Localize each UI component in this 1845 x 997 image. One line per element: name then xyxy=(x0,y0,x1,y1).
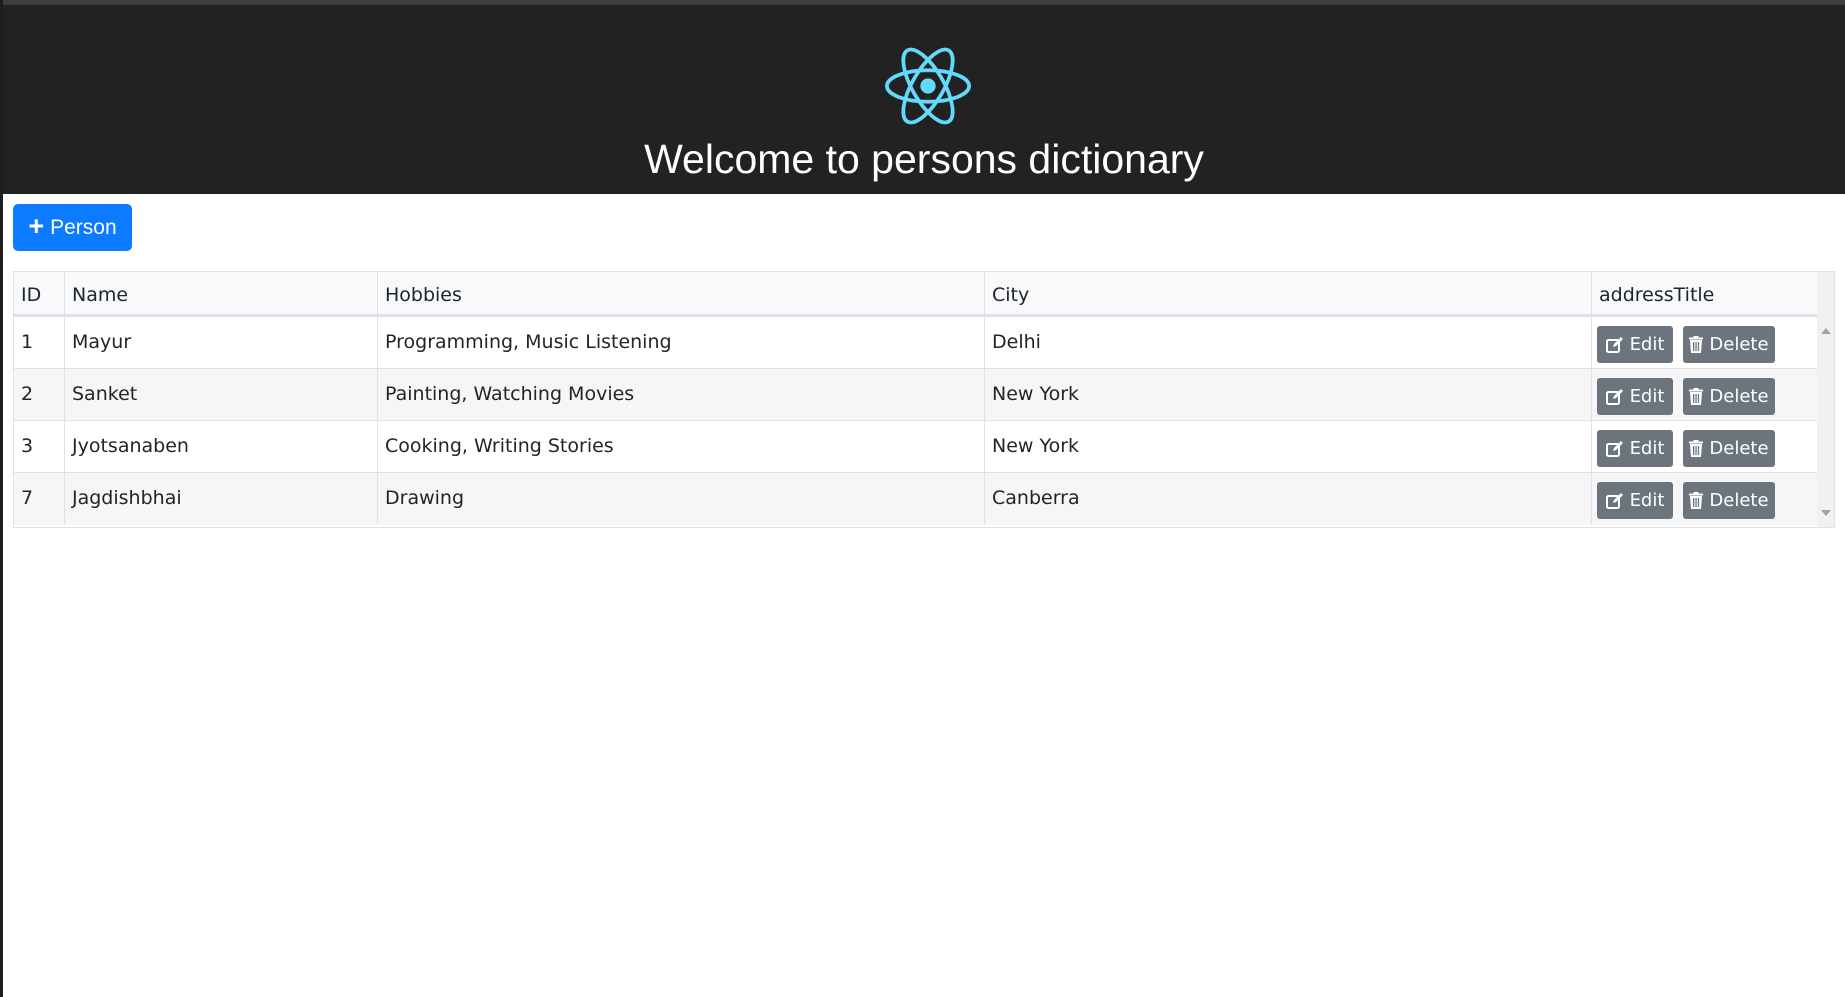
cell-hobbies: Drawing xyxy=(378,473,985,525)
delete-button[interactable]: Delete xyxy=(1683,482,1775,519)
cell-name: Mayur xyxy=(65,317,378,368)
page-header: Welcome to persons dictionary xyxy=(3,5,1845,194)
edit-button[interactable]: Edit xyxy=(1597,482,1673,519)
column-header-name[interactable]: Name xyxy=(65,272,378,314)
cell-city: New York xyxy=(985,421,1592,472)
table-scrollbar[interactable] xyxy=(1817,272,1834,527)
delete-label: Delete xyxy=(1709,490,1769,511)
scroll-down-arrow-icon[interactable] xyxy=(1821,510,1831,516)
edit-label: Edit xyxy=(1629,490,1665,511)
column-header-address-title[interactable]: addressTitle xyxy=(1592,272,1817,314)
delete-button[interactable]: Delete xyxy=(1683,326,1775,363)
cell-city: Delhi xyxy=(985,317,1592,368)
scroll-up-arrow-icon[interactable] xyxy=(1821,328,1831,334)
delete-label: Delete xyxy=(1709,334,1769,355)
cell-id: 7 xyxy=(14,473,65,525)
table-row: 2 Sanket Painting, Watching Movies New Y… xyxy=(14,369,1817,421)
trash-icon xyxy=(1689,492,1704,509)
column-header-id[interactable]: ID xyxy=(14,272,65,314)
edit-label: Edit xyxy=(1629,438,1665,459)
edit-button[interactable]: Edit xyxy=(1597,430,1673,467)
trash-icon xyxy=(1689,388,1704,405)
edit-icon xyxy=(1605,336,1623,353)
cell-name: Sanket xyxy=(65,369,378,420)
page-title: Welcome to persons dictionary xyxy=(644,136,1204,182)
edit-icon xyxy=(1605,492,1623,509)
edit-button[interactable]: Edit xyxy=(1597,378,1673,415)
edit-label: Edit xyxy=(1629,334,1665,355)
persons-table: ID Name Hobbies City addressTitle 1 Mayu… xyxy=(13,271,1835,528)
cell-city: New York xyxy=(985,369,1592,420)
table-row: 7 Jagdishbhai Drawing Canberra Edit Dele… xyxy=(14,473,1817,525)
delete-button[interactable]: Delete xyxy=(1683,378,1775,415)
edit-icon xyxy=(1605,388,1623,405)
add-person-button[interactable]: + Person xyxy=(13,204,132,251)
table-row: 1 Mayur Programming, Music Listening Del… xyxy=(14,317,1817,369)
table-row: 3 Jyotsanaben Cooking, Writing Stories N… xyxy=(14,421,1817,473)
cell-id: 3 xyxy=(14,421,65,472)
trash-icon xyxy=(1689,440,1704,457)
cell-id: 2 xyxy=(14,369,65,420)
trash-icon xyxy=(1689,336,1704,353)
cell-hobbies: Programming, Music Listening xyxy=(378,317,985,368)
cell-id: 1 xyxy=(14,317,65,368)
delete-label: Delete xyxy=(1709,438,1769,459)
plus-icon: + xyxy=(28,211,45,241)
edit-icon xyxy=(1605,440,1623,457)
cell-city: Canberra xyxy=(985,473,1592,525)
edit-button[interactable]: Edit xyxy=(1597,326,1673,363)
delete-button[interactable]: Delete xyxy=(1683,430,1775,467)
edit-label: Edit xyxy=(1629,386,1665,407)
add-person-label: Person xyxy=(50,215,117,239)
table-header-row: ID Name Hobbies City addressTitle xyxy=(14,272,1817,317)
cell-hobbies: Painting, Watching Movies xyxy=(378,369,985,420)
column-header-hobbies[interactable]: Hobbies xyxy=(378,272,985,314)
delete-label: Delete xyxy=(1709,386,1769,407)
react-atom-icon xyxy=(885,47,971,125)
column-header-city[interactable]: City xyxy=(985,272,1592,314)
cell-name: Jagdishbhai xyxy=(65,473,378,525)
cell-hobbies: Cooking, Writing Stories xyxy=(378,421,985,472)
cell-name: Jyotsanaben xyxy=(65,421,378,472)
